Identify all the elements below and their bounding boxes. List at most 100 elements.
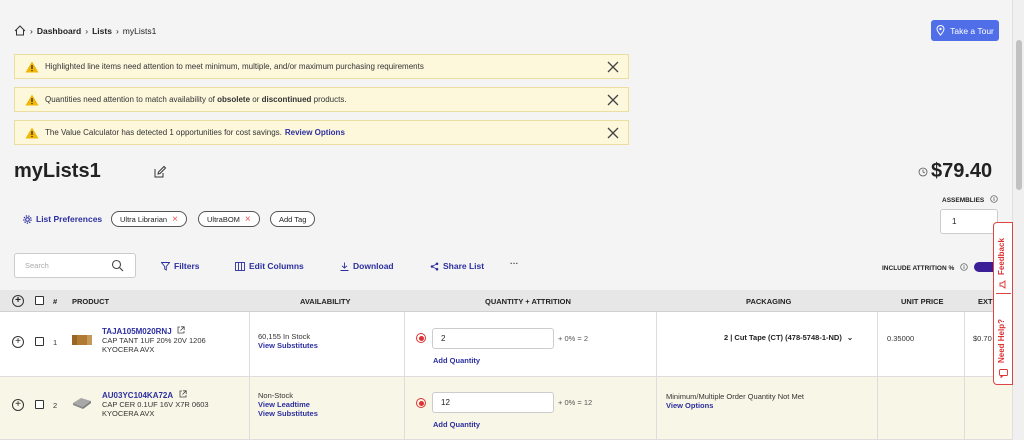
alert-value-calculator: The Value Calculator has detected 1 oppo… — [14, 120, 629, 145]
row-number: 2 — [53, 401, 58, 410]
home-icon[interactable] — [14, 25, 26, 36]
part-number-link[interactable]: TAJA105M020RNJ — [102, 327, 172, 336]
review-options-link[interactable]: Review Options — [285, 128, 345, 137]
info-icon[interactable] — [990, 195, 998, 203]
row-checkbox[interactable] — [35, 400, 44, 409]
close-icon[interactable] — [606, 93, 620, 107]
select-all-checkbox[interactable] — [35, 296, 44, 305]
view-substitutes-link[interactable]: View Substitutes — [258, 409, 318, 418]
list-title: myLists1 — [14, 160, 101, 182]
view-leadtime-link[interactable]: View Leadtime — [258, 400, 318, 409]
table-row: + 1 TAJA105M020RNJ CAP TANT 1UF 20% 20V … — [0, 312, 1012, 377]
col-availability[interactable]: AVAILABILITY — [300, 297, 351, 306]
col-packaging[interactable]: PACKAGING — [746, 297, 791, 306]
col-quantity[interactable]: QUANTITY + ATTRITION — [485, 297, 571, 306]
packaging-cell: Minimum/Multiple Order Quantity Not Met … — [666, 392, 804, 410]
alert-obsolete-quantities: Quantities need attention to match avail… — [14, 87, 629, 112]
add-quantity-link[interactable]: Add Quantity — [433, 356, 480, 365]
warning-icon — [25, 61, 39, 72]
side-feedback-tab[interactable]: Feedback Need Help? — [993, 222, 1013, 385]
view-substitutes-link[interactable]: View Substitutes — [258, 341, 318, 350]
unit-price: 0.35000 — [887, 334, 915, 343]
chevron-right-icon: › — [85, 25, 89, 36]
table-header: + # PRODUCT AVAILABILITY QUANTITY + ATTR… — [0, 290, 1013, 312]
external-link-icon[interactable] — [177, 326, 185, 334]
attrition-calc: + 0% = 12 — [558, 398, 593, 407]
add-quantity-link[interactable]: Add Quantity — [433, 420, 480, 429]
extended-price: $0.70 — [973, 334, 992, 343]
info-icon[interactable] — [960, 263, 968, 271]
feedback-label[interactable]: Feedback — [997, 238, 1006, 275]
external-link-icon[interactable] — [179, 390, 187, 398]
take-a-tour-label: Take a Tour — [950, 25, 994, 36]
col-unit-price[interactable]: UNIT PRICE — [901, 297, 944, 306]
need-help-label[interactable]: Need Help? — [997, 319, 1006, 363]
close-icon[interactable] — [606, 60, 620, 74]
filters-button[interactable]: Filters — [161, 261, 200, 271]
quantity-radio[interactable] — [416, 333, 426, 343]
expand-row-icon[interactable]: + — [12, 336, 24, 348]
product-cell: TAJA105M020RNJ CAP TANT 1UF 20% 20V 1206… — [102, 326, 206, 354]
remove-tag-icon[interactable]: × — [245, 214, 251, 225]
packaging-note: Minimum/Multiple Order Quantity Not Met — [666, 392, 804, 401]
breadcrumb-dashboard[interactable]: Dashboard — [37, 26, 81, 36]
stock-status: Non-Stock — [258, 391, 294, 400]
product-image — [73, 398, 91, 409]
part-description: CAP CER 0.1UF 16V X7R 0603 — [102, 400, 209, 409]
share-list-button[interactable]: Share List — [430, 261, 484, 271]
add-tag-button[interactable]: Add Tag — [270, 211, 316, 227]
assemblies-label: ASSEMBLIES — [942, 195, 998, 204]
row-number: 1 — [53, 338, 58, 347]
location-pin-icon — [936, 25, 945, 36]
list-preferences-button[interactable]: List Preferences — [23, 214, 102, 224]
edit-columns-button[interactable]: Edit Columns — [235, 261, 304, 271]
remove-tag-icon[interactable]: × — [172, 214, 178, 225]
tag-ultrabom: UltraBOM × — [198, 211, 260, 227]
expand-all-icon[interactable]: + — [12, 295, 24, 307]
product-cell: AU03YC104KA72A CAP CER 0.1UF 16V X7R 060… — [102, 390, 209, 418]
quantity-radio[interactable] — [416, 398, 426, 408]
assemblies-input[interactable]: 1 — [940, 209, 998, 234]
include-attrition-label: INCLUDE ATTRITION % — [882, 263, 968, 272]
chevron-right-icon: › — [115, 25, 119, 36]
view-options-link[interactable]: View Options — [666, 401, 804, 410]
download-button[interactable]: Download — [340, 261, 394, 271]
more-options-button[interactable]: ··· — [510, 258, 519, 268]
clock-icon — [918, 167, 928, 176]
total-price-value: $79.40 — [931, 160, 993, 182]
breadcrumb-lists[interactable]: Lists — [92, 26, 112, 36]
edit-icon[interactable] — [153, 165, 167, 179]
close-icon[interactable] — [606, 126, 620, 140]
alert-text: The Value Calculator has detected 1 oppo… — [45, 128, 282, 137]
search-input[interactable]: Search — [14, 253, 136, 278]
expand-row-icon[interactable]: + — [12, 399, 24, 411]
search-icon[interactable] — [111, 259, 124, 272]
attrition-calc: + 0% = 2 — [558, 334, 589, 343]
alert-text: Highlighted line items need attention to… — [45, 62, 424, 71]
alert-text: Quantities need attention to match avail… — [45, 95, 347, 104]
chevron-right-icon: › — [30, 25, 33, 36]
chevron-down-icon: ⌄ — [846, 333, 854, 342]
col-number: # — [53, 297, 58, 306]
breadcrumb: › Dashboard › Lists › myLists1 — [14, 25, 156, 36]
columns-icon — [235, 261, 245, 271]
alert-purchasing-requirements: Highlighted line items need attention to… — [14, 54, 629, 79]
warning-icon — [25, 127, 39, 138]
row-checkbox[interactable] — [35, 337, 44, 346]
availability-cell: Non-Stock View Leadtime View Substitutes — [258, 391, 318, 418]
product-image — [72, 335, 92, 345]
packaging-select[interactable]: 2 | Cut Tape (CT) (478-5748-1-ND) ⌄ — [724, 333, 853, 342]
part-description: CAP TANT 1UF 20% 20V 1206 — [102, 336, 206, 345]
tag-ultra-librarian: Ultra Librarian × — [111, 211, 187, 227]
part-number-link[interactable]: AU03YC104KA72A — [102, 391, 173, 400]
download-icon — [340, 262, 349, 271]
quantity-input[interactable]: 12 — [432, 392, 554, 413]
scrollbar[interactable] — [1012, 0, 1024, 440]
col-product[interactable]: PRODUCT — [72, 297, 109, 306]
quantity-input[interactable]: 2 — [432, 328, 554, 349]
take-a-tour-button[interactable]: Take a Tour — [931, 20, 999, 41]
list-preferences-label: List Preferences — [36, 214, 103, 224]
stock-status: 60,155 In Stock — [258, 332, 311, 341]
share-icon — [430, 262, 439, 270]
scrollbar-thumb[interactable] — [1016, 40, 1022, 190]
